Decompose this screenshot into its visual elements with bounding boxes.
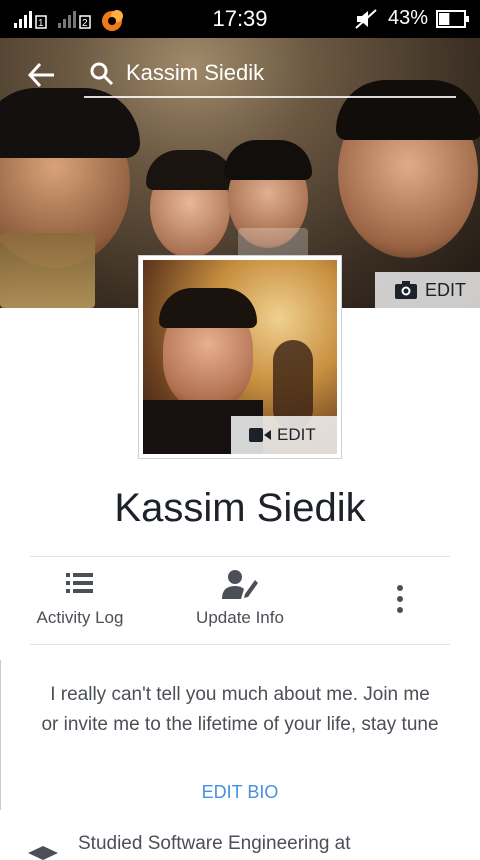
profile-picture[interactable]: EDIT [143,260,337,454]
update-info-button[interactable]: Update Info [180,568,300,628]
edit-cover-label: EDIT [425,279,467,300]
status-bar: 1 2 17:39 43% [0,0,480,38]
search-input[interactable]: Kassim Siedik [126,60,264,86]
top-bar: Kassim Siedik [0,38,480,108]
cover-person-hair [224,140,312,180]
battery-icon [436,10,469,28]
bio-text: I really can't tell you much about me. J… [41,684,439,735]
divider [30,556,450,557]
camera-icon [395,281,417,299]
profile-name: Kassim Siedik [114,486,366,530]
cover-glass [0,233,95,308]
edit-bio-link[interactable]: EDIT BIO [0,782,480,803]
edit-profile-picture-button[interactable]: EDIT [231,416,337,454]
battery-percent: 43% [387,7,428,29]
graduation-cap-icon [28,846,58,860]
person-edit-icon [222,570,258,599]
edit-cover-button[interactable]: EDIT [375,272,480,308]
edit-profile-picture-label: EDIT [277,425,316,444]
profile-picture-frame[interactable]: EDIT [138,255,342,459]
search-underline [84,96,456,98]
divider [30,644,450,645]
activity-log-button[interactable]: Activity Log [20,568,140,628]
update-info-label: Update Info [196,608,284,627]
video-camera-icon [249,428,271,442]
mute-icon [355,9,377,29]
profile-person-hair [159,288,257,328]
arrow-left-icon[interactable] [26,60,58,90]
more-vertical-icon [397,585,403,613]
activity-log-label: Activity Log [36,608,124,627]
more-options-button[interactable] [380,584,420,614]
education-text: Studied Software Engineering at [78,833,351,854]
cover-person-hair [146,150,234,190]
list-icon [66,573,93,593]
search-icon [90,62,114,86]
